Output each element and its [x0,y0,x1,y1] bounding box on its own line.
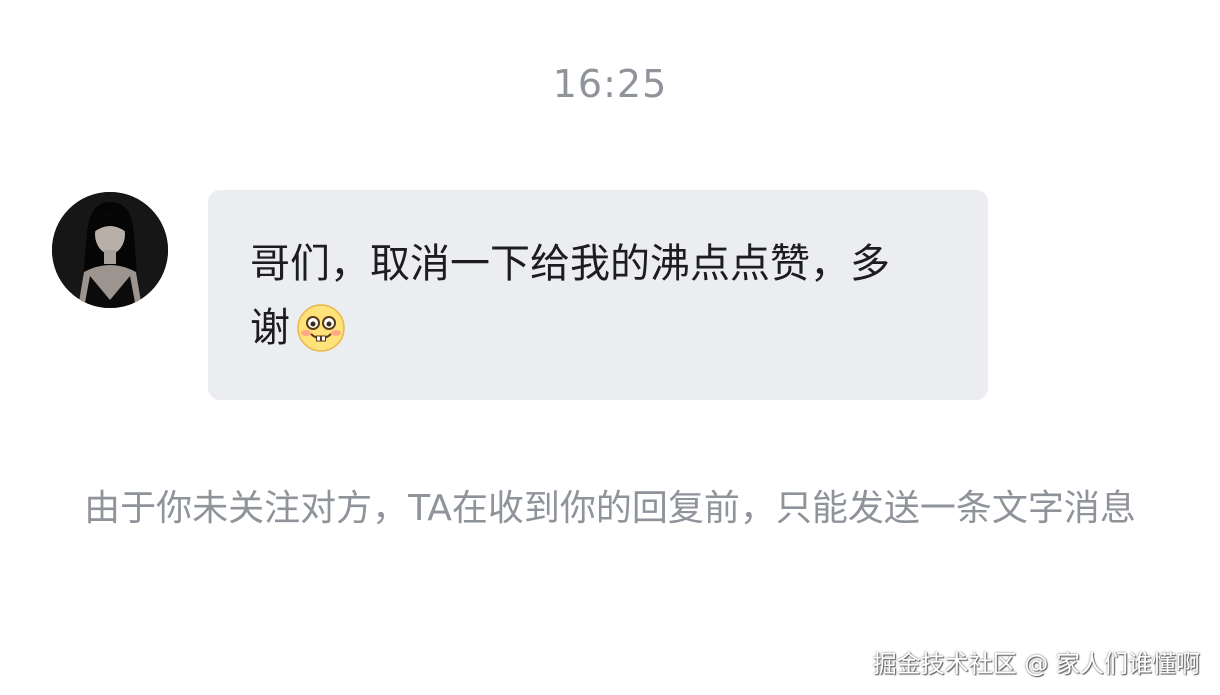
message-text-container: 哥们，取消一下给我的沸点点赞，多谢 [250,232,900,372]
message-timestamp: 16:25 [552,62,668,106]
sender-avatar[interactable] [52,192,168,308]
source-watermark: 掘金技术社区 @ 家人们谁懂啊 [872,650,1200,678]
message-text: 哥们，取消一下给我的沸点点赞，多谢 [250,241,890,351]
grinning-face-emoji-icon [296,303,346,372]
follow-restriction-notice: 由于你未关注对方，TA在收到你的回复前，只能发送一条文字消息 [84,488,1136,529]
avatar-portrait-icon [52,192,168,308]
message-bubble[interactable]: 哥们，取消一下给我的沸点点赞，多谢 [208,190,988,400]
